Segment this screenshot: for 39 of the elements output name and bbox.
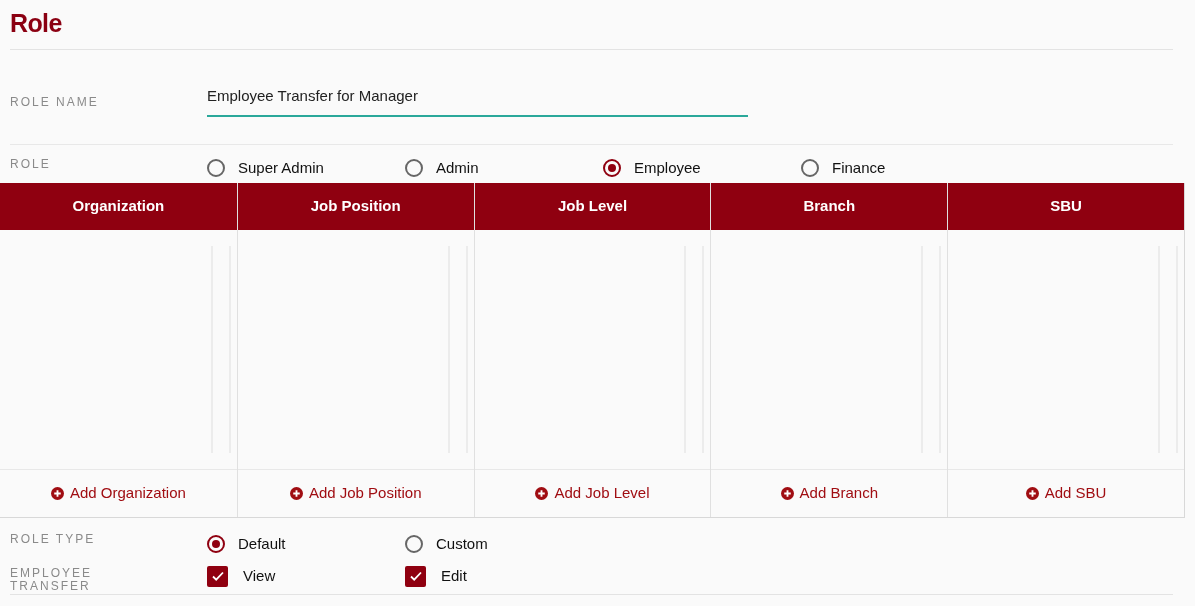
checkbox[interactable] [405,565,426,587]
field-label: ROLE TYPE [10,533,97,548]
checkmark-icon [408,569,423,583]
plus-circle-icon [780,487,794,500]
page-title: Role [10,8,63,39]
radio-button[interactable] [405,535,423,553]
radio-option[interactable]: Admin [405,153,603,183]
radio-option[interactable]: Custom [405,530,603,558]
radio-option[interactable]: Finance [801,153,999,183]
field-label: ROLE [10,158,52,173]
radio-button[interactable] [405,159,423,177]
radio-option[interactable]: Default [207,530,405,558]
plus-circle-icon [1025,487,1039,500]
checkbox-option[interactable]: View [207,566,405,586]
plus-circle-icon [50,487,64,500]
radio-button[interactable] [207,159,225,177]
field-label: ROLE NAME [10,96,100,111]
radio-button[interactable] [801,159,819,177]
plus-circle-icon [535,487,549,500]
field-label: EMPLOYEE TRANSFER [10,567,90,594]
add-link[interactable]: Add SBU [1025,482,1107,505]
column-header: Branch [711,183,948,230]
add-link[interactable]: Add Organization [50,482,186,505]
column-header: SBU [948,183,1184,230]
checkbox[interactable] [207,565,228,587]
radio-button[interactable] [207,535,225,553]
plus-circle-icon [289,487,303,500]
role-name-input[interactable]: Employee Transfer for Manager [207,83,748,117]
column-header: Job Position [237,183,474,230]
checkbox-option[interactable]: Edit [405,566,603,586]
column-header: Organization [0,183,237,230]
checkmark-icon [210,569,225,583]
radio-button[interactable] [603,159,621,177]
radio-option[interactable]: Employee [603,153,801,183]
add-link[interactable]: Add Branch [780,482,878,505]
add-link[interactable]: Add Job Position [289,482,422,505]
add-link[interactable]: Add Job Level [535,482,650,505]
radio-option[interactable]: Super Admin [207,153,405,183]
column-header: Job Level [474,183,711,230]
